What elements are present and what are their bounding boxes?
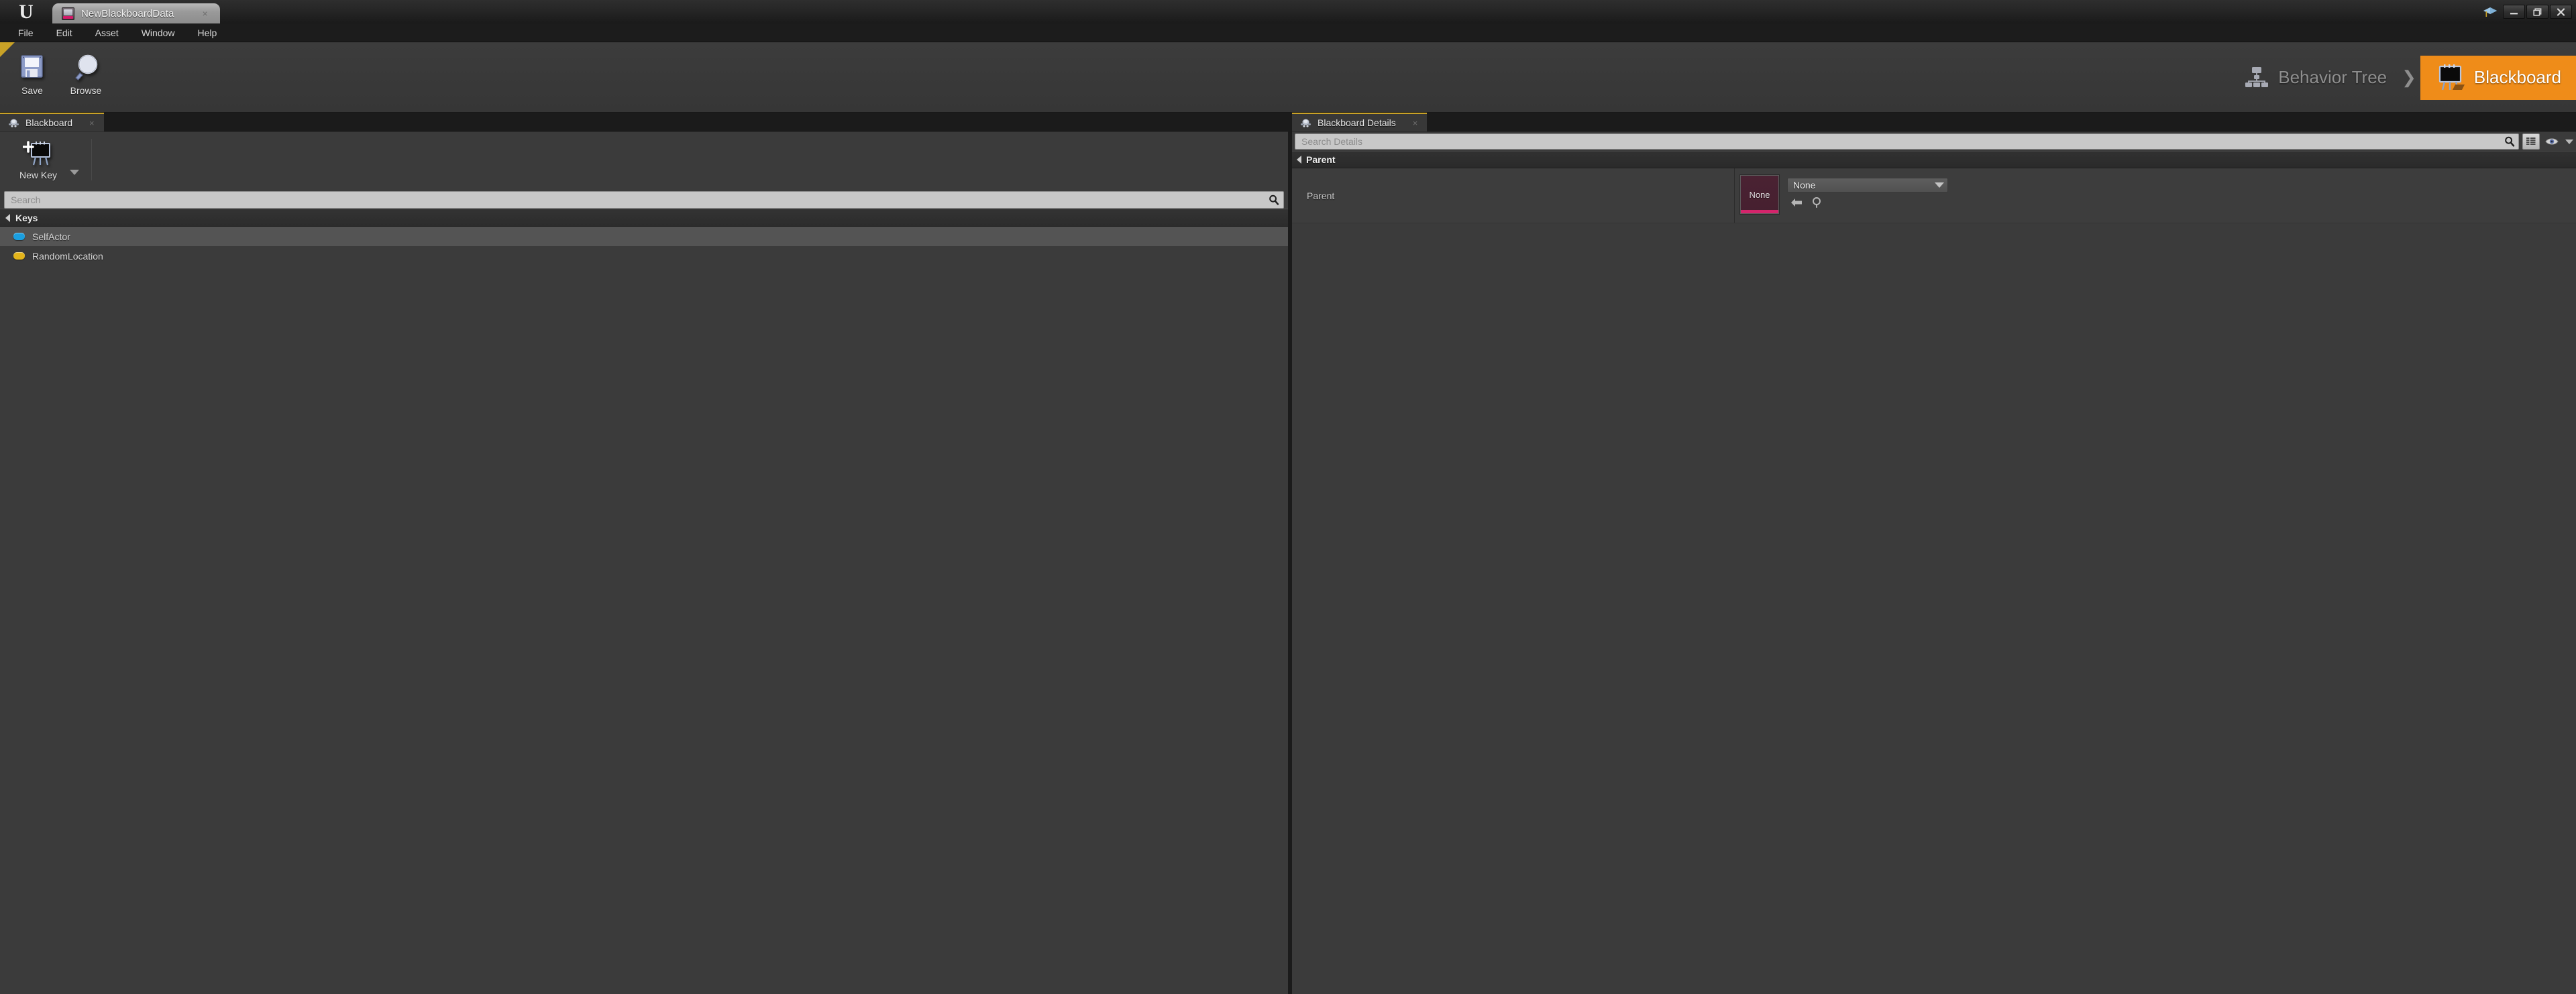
- column-view-icon[interactable]: [2522, 133, 2540, 150]
- asset-thumbnail[interactable]: None: [1740, 175, 1779, 214]
- window-controls: [2479, 0, 2576, 23]
- mode-separator-icon: ❯: [2402, 67, 2416, 87]
- property-row-parent: Parent None None: [1292, 168, 2576, 223]
- property-name-cell: Parent: [1292, 168, 1735, 223]
- key-row-randomlocation[interactable]: RandomLocation: [0, 246, 1288, 266]
- restore-icon[interactable]: [2526, 5, 2548, 19]
- close-icon[interactable]: ×: [1413, 119, 1418, 127]
- menu-item-window[interactable]: Window: [130, 25, 186, 41]
- asset-action-buttons: [1787, 197, 1948, 209]
- key-row-label: SelfActor: [32, 231, 70, 242]
- chevron-down-icon: [1935, 182, 1944, 188]
- details-search-box[interactable]: [1295, 133, 2519, 150]
- search-icon[interactable]: [2500, 136, 2515, 147]
- menu-item-edit[interactable]: Edit: [45, 25, 84, 41]
- toolbar-divider: [91, 139, 92, 180]
- menu-item-asset[interactable]: Asset: [84, 25, 130, 41]
- parent-category-header[interactable]: Parent: [1292, 151, 2576, 168]
- tab-blackboard-label: Blackboard: [25, 117, 73, 128]
- blackboard-asset-icon: [62, 7, 74, 20]
- details-search-input[interactable]: [1301, 136, 2500, 147]
- key-row-selfactor[interactable]: SelfActor: [0, 227, 1288, 246]
- tab-blackboard-details[interactable]: Blackboard Details ×: [1292, 113, 1428, 131]
- vector-key-type-icon: [13, 252, 25, 260]
- blackboard-tab-icon: [8, 118, 19, 128]
- details-panel-body: Parent Parent None None: [1292, 131, 2576, 994]
- property-value-cell: None None: [1735, 168, 2576, 223]
- menu-item-file[interactable]: File: [7, 25, 45, 41]
- toolbar-group-asset: Save Browse: [0, 42, 111, 112]
- key-row-label: RandomLocation: [32, 250, 103, 262]
- mode-switcher: Behavior Tree ❯ Blackboard: [2229, 42, 2576, 113]
- magnifier-icon: [71, 50, 101, 84]
- search-box[interactable]: [4, 191, 1284, 209]
- asset-picker: None: [1787, 175, 1948, 209]
- blackboard-keys-toolbar: New Key: [0, 132, 1288, 191]
- asset-type-color-bar: [1741, 210, 1778, 213]
- mode-button-behavior-tree-label: Behavior Tree: [2278, 67, 2387, 87]
- new-key-button[interactable]: New Key: [9, 136, 67, 182]
- visibility-eye-icon[interactable]: [2543, 133, 2561, 150]
- save-button-label: Save: [21, 85, 43, 96]
- blackboard-panel-tab-strip: Blackboard ×: [0, 113, 1288, 131]
- document-tab[interactable]: NewBlackboardData ×: [52, 3, 220, 23]
- keys-category-header[interactable]: Keys: [0, 209, 1288, 227]
- menu-item-help[interactable]: Help: [186, 25, 229, 41]
- chevron-down-icon[interactable]: [70, 170, 79, 175]
- search-input[interactable]: [11, 195, 1265, 205]
- blackboard-icon: [2435, 63, 2466, 93]
- blackboard-panel: Blackboard × New Key Search Keys SelfAct…: [0, 113, 1288, 994]
- tab-blackboard[interactable]: Blackboard ×: [0, 113, 104, 131]
- blackboard-panel-body: New Key Search Keys SelfActor RandomLoca…: [0, 131, 1288, 994]
- search-icon[interactable]: [1265, 195, 1279, 205]
- behavior-tree-icon: [2243, 64, 2270, 91]
- details-panel-tab-strip: Blackboard Details ×: [1292, 113, 2576, 131]
- minimize-icon[interactable]: [2503, 5, 2525, 19]
- property-name-label: Parent: [1307, 190, 1335, 201]
- chevron-down-icon[interactable]: [2565, 139, 2573, 144]
- new-key-button-label: New Key: [19, 170, 58, 180]
- menu-bar: File Edit Asset Window Help: [0, 23, 2576, 42]
- expand-arrow-icon: [5, 213, 10, 222]
- use-selected-asset-icon[interactable]: [1790, 197, 1803, 208]
- mode-button-behavior-tree[interactable]: Behavior Tree: [2229, 56, 2402, 100]
- main-toolbar: Save Browse Behavior Tree ❯ Blackboard: [0, 42, 2576, 113]
- asset-combo-box[interactable]: None: [1787, 178, 1948, 192]
- parent-category-label: Parent: [1306, 154, 1336, 165]
- keys-category-label: Keys: [15, 212, 38, 223]
- expand-arrow-icon: [1297, 156, 1301, 164]
- blackboard-details-panel: Blackboard Details × Search Details Pare…: [1292, 113, 2576, 994]
- browse-button[interactable]: Browse: [60, 48, 111, 97]
- editor-badge-icon: [2479, 0, 2502, 23]
- new-key-icon: [23, 137, 54, 170]
- blackboard-key-list: SelfActor RandomLocation: [0, 227, 1288, 266]
- close-icon[interactable]: ×: [89, 119, 95, 127]
- close-icon[interactable]: [2550, 5, 2572, 19]
- workspace: Blackboard × New Key Search Keys SelfAct…: [0, 113, 2576, 994]
- tab-blackboard-details-label: Blackboard Details: [1318, 117, 1396, 128]
- details-search-row: [1292, 132, 2576, 151]
- title-bar: U NewBlackboardData ×: [0, 0, 2576, 23]
- object-key-type-icon: [13, 233, 25, 240]
- svg-text:U: U: [19, 1, 34, 21]
- mode-button-blackboard[interactable]: Blackboard: [2420, 55, 2576, 100]
- close-icon[interactable]: ×: [202, 9, 207, 18]
- save-button[interactable]: Save: [7, 48, 58, 97]
- asset-combo-value: None: [1793, 180, 1816, 190]
- blackboard-search-row: [0, 191, 1288, 209]
- blackboard-tab-icon: [1300, 118, 1311, 128]
- mode-button-blackboard-label: Blackboard: [2473, 67, 2561, 87]
- asset-thumbnail-label: None: [1749, 189, 1770, 200]
- browse-button-label: Browse: [70, 85, 102, 96]
- floppy-disk-icon: [17, 50, 47, 84]
- unreal-engine-logo: U: [0, 0, 52, 23]
- document-tab-title: NewBlackboardData: [81, 7, 174, 19]
- browse-to-asset-icon[interactable]: [1811, 197, 1823, 209]
